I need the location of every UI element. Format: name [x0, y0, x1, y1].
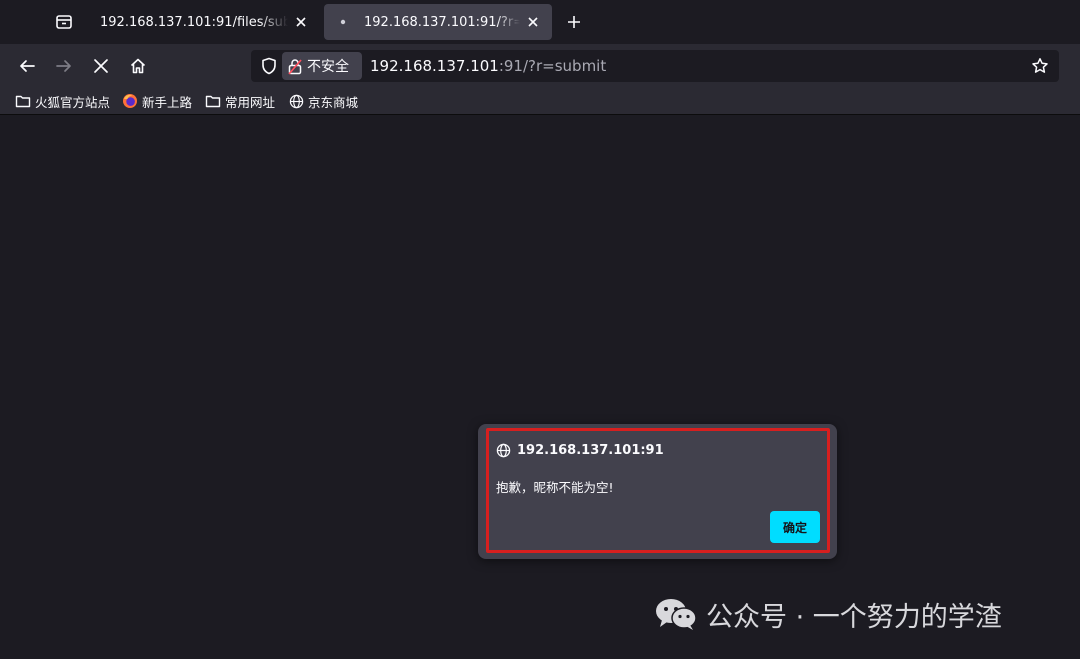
- back-button[interactable]: [13, 52, 41, 80]
- plus-icon: [568, 16, 580, 28]
- bookmark-getting-started[interactable]: 新手上路: [122, 91, 192, 111]
- folder-icon: [15, 93, 31, 109]
- tab-close-button[interactable]: [524, 13, 542, 31]
- watermark-text: 公众号 · 一个努力的学渣: [706, 601, 1002, 633]
- tab-list-button[interactable]: [50, 8, 78, 36]
- tab-close-button[interactable]: [292, 13, 310, 31]
- tab-submit-php[interactable]: 192.168.137.101:91/files/submit.php: [88, 4, 320, 40]
- firefox-icon: [122, 93, 138, 109]
- new-tab-button[interactable]: [562, 10, 586, 34]
- globe-icon: [288, 93, 304, 109]
- stop-button[interactable]: [87, 52, 115, 80]
- shield-icon: [262, 57, 276, 75]
- tab-list-icon: [56, 15, 72, 29]
- tab-title: 192.168.137.101:91/?r=submit: [364, 14, 520, 30]
- close-icon: [528, 17, 538, 27]
- bookmark-star-button[interactable]: [1029, 55, 1051, 77]
- bookmark-jd-mall[interactable]: 京东商城: [288, 91, 358, 111]
- page-content: [0, 115, 1080, 659]
- home-icon: [130, 58, 146, 74]
- dialog-origin: 192.168.137.101:91: [496, 440, 664, 460]
- forward-button[interactable]: [50, 52, 78, 80]
- folder-icon: [205, 93, 221, 109]
- bookmark-common-sites[interactable]: 常用网址: [205, 91, 275, 111]
- bookmark-label: 火狐官方站点: [35, 94, 111, 110]
- tab-title: 192.168.137.101:91/files/submit.php: [100, 14, 288, 30]
- ok-button[interactable]: 确定: [770, 511, 820, 543]
- home-button[interactable]: [124, 52, 152, 80]
- bookmark-label: 京东商城: [308, 94, 359, 110]
- bookmarks-toolbar: 火狐官方站点 新手上路 常用网址 京东商城: [0, 88, 1080, 115]
- dialog-message: 抱歉，昵称不能为空!: [496, 480, 614, 495]
- insecure-lock-icon: [288, 57, 304, 75]
- bookmark-label: 常用网址: [225, 94, 276, 110]
- dialog-origin-text: 192.168.137.101:91: [517, 442, 664, 458]
- bookmark-firefox-official[interactable]: 火狐官方站点: [15, 91, 110, 111]
- arrow-right-icon: [56, 60, 71, 72]
- tracking-protection-button[interactable]: [257, 54, 281, 78]
- navigation-toolbar: 不安全 192.168.137.101:91/?r=submit: [0, 44, 1080, 88]
- watermark: 公众号 · 一个努力的学渣: [654, 594, 1002, 634]
- star-icon: [1032, 58, 1048, 73]
- close-icon: [296, 17, 306, 27]
- globe-icon: [496, 442, 512, 458]
- tab-strip: 192.168.137.101:91/files/submit.php 192.…: [0, 0, 1080, 44]
- arrow-left-icon: [20, 60, 35, 72]
- site-security-indicator[interactable]: 不安全: [282, 52, 362, 80]
- bookmark-label: 新手上路: [142, 94, 193, 110]
- loading-dot-icon: [336, 15, 350, 29]
- stop-x-icon: [94, 59, 108, 73]
- tab-submit[interactable]: 192.168.137.101:91/?r=submit: [324, 4, 552, 40]
- url-bar[interactable]: 不安全 192.168.137.101:91/?r=submit: [251, 50, 1059, 82]
- wechat-icon: [654, 596, 698, 632]
- insecure-label: 不安全: [307, 59, 349, 75]
- url-path: :91/?r=submit: [498, 57, 607, 75]
- url-text[interactable]: 192.168.137.101:91/?r=submit: [370, 50, 606, 82]
- url-host: 192.168.137.101: [370, 57, 499, 75]
